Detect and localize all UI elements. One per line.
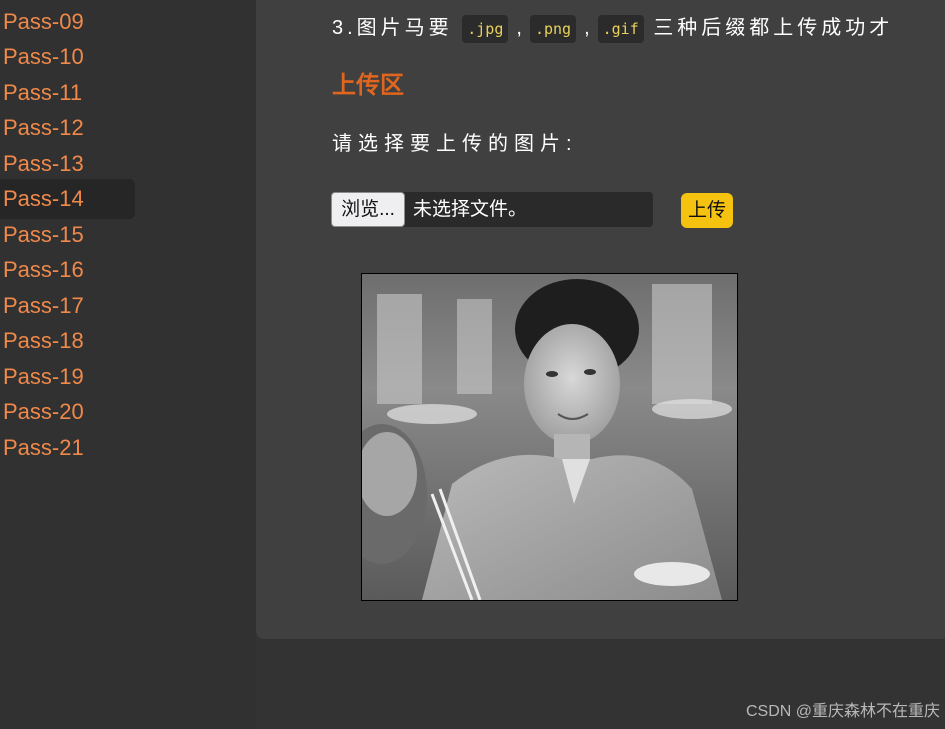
file-status: 未选择文件。 xyxy=(413,199,528,220)
file-input[interactable]: 浏览... 未选择文件。 xyxy=(331,192,653,227)
sidebar-item-pass-20[interactable]: Pass-20 xyxy=(0,392,135,432)
sidebar-item-pass-13[interactable]: Pass-13 xyxy=(0,144,135,184)
sidebar-item-pass-11[interactable]: Pass-11 xyxy=(0,73,135,113)
main-panel: 3.图片马要 .jpg, .png, .gif 三种后缀都上传成功才 上传区 请选择… xyxy=(256,0,945,639)
sidebar-item-pass-17[interactable]: Pass-17 xyxy=(0,286,135,326)
instruction-prefix: 3.图片马要 xyxy=(332,17,453,39)
upload-prompt: 请选择要上传的图片: xyxy=(332,133,578,155)
ext-jpg-code: .jpg xyxy=(462,14,509,43)
separator: , xyxy=(584,17,590,39)
watermark: CSDN @重庆森林不在重庆 xyxy=(745,703,940,720)
sidebar-item-pass-16[interactable]: Pass-16 xyxy=(0,250,135,290)
sidebar-item-pass-21[interactable]: Pass-21 xyxy=(0,428,135,468)
sidebar: Pass-09 Pass-10 Pass-11 Pass-12 Pass-13 … xyxy=(0,0,256,729)
sidebar-item-pass-09[interactable]: Pass-09 xyxy=(0,2,135,42)
sidebar-item-pass-19[interactable]: Pass-19 xyxy=(0,357,135,397)
sidebar-item-pass-15[interactable]: Pass-15 xyxy=(0,215,135,255)
instruction-line: 3.图片马要 .jpg, .png, .gif 三种后缀都上传成功才 xyxy=(332,12,945,44)
uploaded-image-preview xyxy=(361,273,738,601)
sidebar-item-pass-10[interactable]: Pass-10 xyxy=(0,37,135,77)
sidebar-item-pass-18[interactable]: Pass-18 xyxy=(0,321,135,361)
ext-png-code: .png xyxy=(529,14,577,43)
separator: , xyxy=(516,17,522,39)
ext-gif-code: .gif xyxy=(597,14,644,43)
sidebar-item-pass-12[interactable]: Pass-12 xyxy=(0,108,135,148)
instruction-suffix: 三种后缀都上传成功才 xyxy=(653,17,894,39)
sidebar-item-pass-14[interactable]: Pass-14 xyxy=(0,179,135,219)
photo-image xyxy=(362,274,737,600)
browse-button[interactable]: 浏览... xyxy=(331,192,405,227)
upload-button[interactable]: 上传 xyxy=(681,193,733,228)
section-title: 上传区 xyxy=(332,72,404,99)
